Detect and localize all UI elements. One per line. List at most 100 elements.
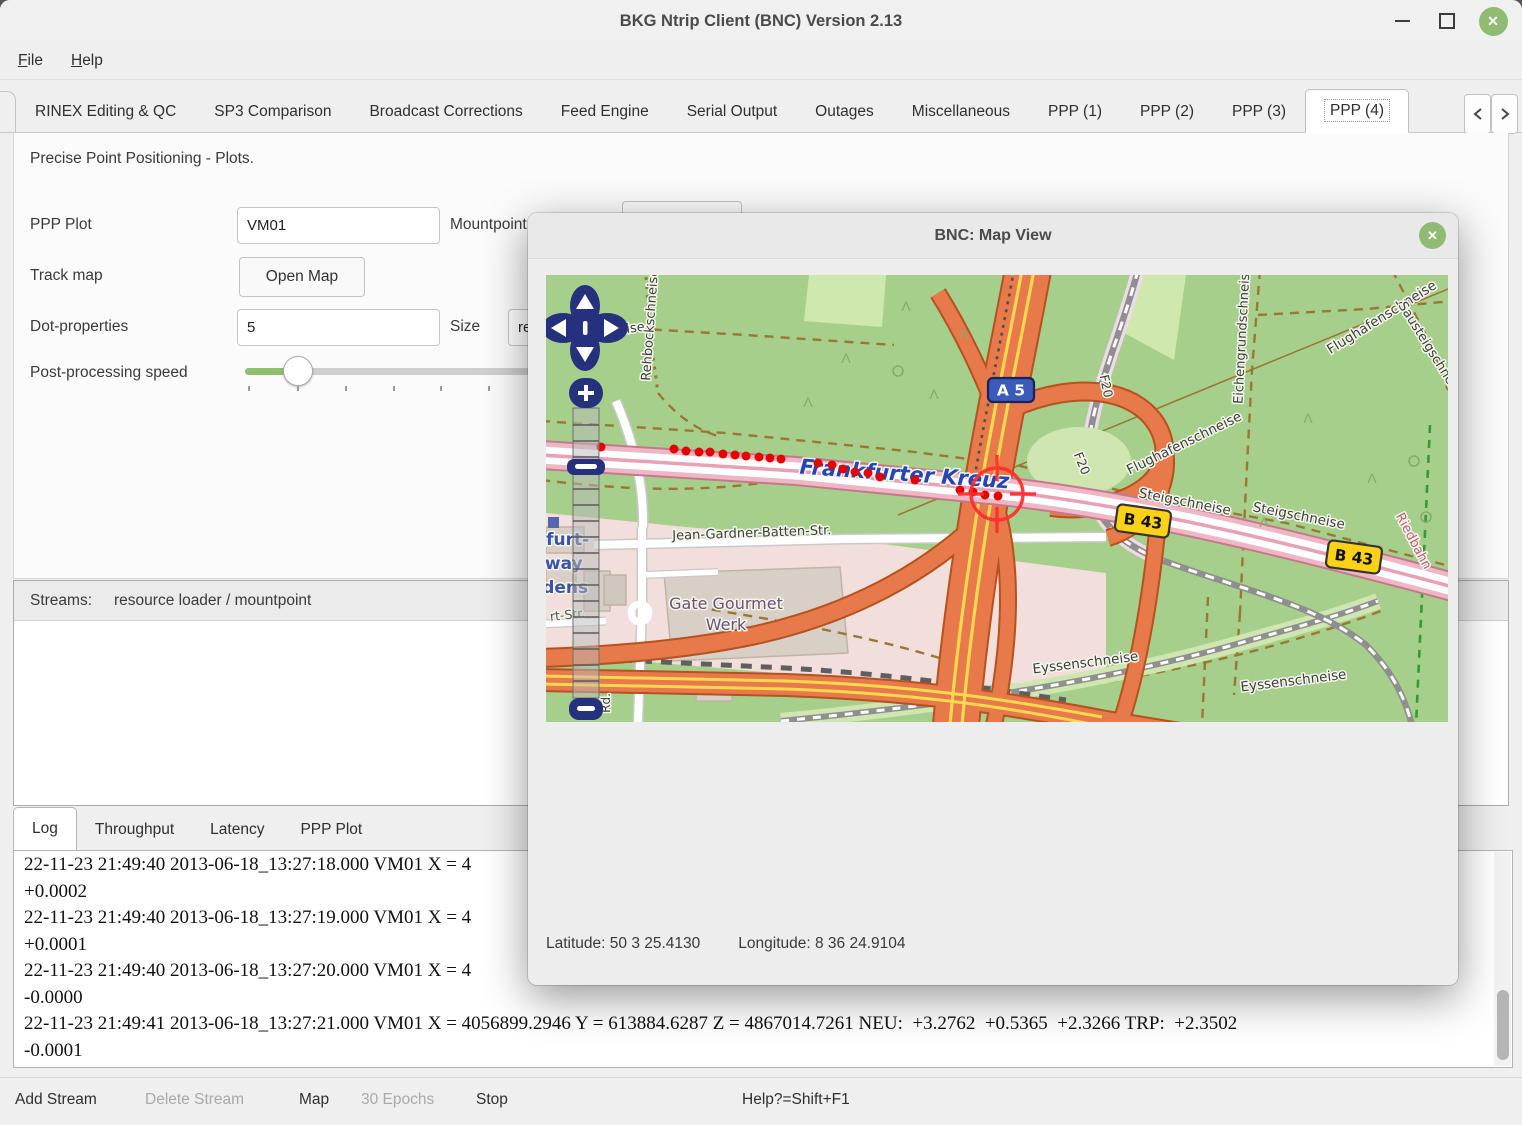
tab-list: RINEX Editing & QCSP3 ComparisonBroadcas… (16, 89, 1409, 132)
ppp-track-dot (839, 465, 848, 474)
toolbar-stop[interactable]: Stop (476, 1078, 508, 1122)
track-map-label: Track map (30, 267, 103, 285)
map-poi-square (548, 517, 559, 528)
tree-icon: Λ (841, 350, 851, 366)
minimize-button[interactable] (1385, 0, 1419, 42)
ppp-track-dot (755, 453, 764, 462)
tab-ppp-3-[interactable]: PPP (3) (1213, 91, 1305, 132)
log-tab-log[interactable]: Log (13, 807, 77, 851)
ppp-track-dot (814, 459, 823, 468)
ppp-track-dot (994, 492, 1003, 501)
tab-miscellaneous[interactable]: Miscellaneous (893, 91, 1029, 132)
tab-ppp-2-[interactable]: PPP (2) (1121, 91, 1213, 132)
ppp-track-dot (682, 447, 691, 456)
chevron-right-icon (1499, 107, 1511, 121)
tab-scroll-left-button[interactable] (1464, 94, 1491, 134)
dialog-title: BNC: Map View (528, 213, 1458, 258)
log-scrollbar[interactable] (1494, 852, 1511, 1066)
ppp-track-dot (742, 452, 751, 461)
maximize-button[interactable] (1430, 0, 1464, 42)
open-map-button[interactable]: Open Map (239, 257, 365, 297)
size-label: Size (450, 318, 480, 336)
coordinate-readout: Latitude: 50 3 25.4130 Longitude: 8 36 2… (546, 935, 906, 953)
map-zoom-control[interactable] (567, 378, 605, 720)
tree-icon: Λ (959, 326, 969, 342)
ppp-track-dot (876, 473, 885, 482)
scrollbar-thumb[interactable] (1497, 990, 1509, 1060)
map-view[interactable]: ΛΛΛΛΛΛΛΛneisechRehbockschneiseJean-Gardn… (546, 275, 1448, 722)
maximize-icon (1439, 13, 1455, 29)
ppp-track-dot (731, 451, 740, 460)
ppp-track-dot (695, 448, 704, 457)
ppp-track-dot (864, 469, 873, 478)
tab-scroll-right-button[interactable] (1491, 94, 1518, 134)
tab-bar: RINEX Editing & QCSP3 ComparisonBroadcas… (0, 90, 1522, 133)
toolbar-add-stream[interactable]: Add Stream (15, 1078, 97, 1122)
minimize-icon (1395, 20, 1410, 22)
toolbar-delete-stream: Delete Stream (145, 1078, 244, 1122)
log-tab-throughput[interactable]: Throughput (77, 809, 192, 850)
bottom-toolbar: Add Stream Delete Stream Map 30 Epochs Stop H… (0, 1077, 1522, 1125)
map-label: Werk (706, 615, 747, 634)
map-label: Gate Gourmet (669, 594, 783, 613)
toolbar-30-epochs: 30 Epochs (361, 1078, 434, 1122)
menu-item-file[interactable]: File (18, 52, 43, 70)
tree-icon: Λ (929, 386, 939, 402)
ppp-plot-label: PPP Plot (30, 216, 92, 234)
tree-icon: Λ (803, 394, 813, 410)
speed-label: Post-processing speed (30, 364, 188, 382)
ppp-track-dot (777, 455, 786, 464)
dialog-title-bar[interactable]: BNC: Map View ✕ (528, 213, 1458, 259)
mountpoint-label: Mountpoint (450, 216, 527, 234)
menu-item-help[interactable]: Help (71, 52, 103, 70)
tab-ppp-1-[interactable]: PPP (1) (1029, 91, 1121, 132)
close-icon: ✕ (1427, 228, 1438, 244)
tab-feed-engine[interactable]: Feed Engine (542, 91, 668, 132)
streams-title: Streams: (30, 592, 92, 610)
minus-icon (577, 706, 595, 711)
tree-icon: Λ (901, 298, 911, 314)
log-tab-ppp-plot[interactable]: PPP Plot (282, 809, 380, 850)
dot-properties-input[interactable] (237, 309, 440, 346)
ppp-track-dot (851, 468, 860, 477)
toolbar-help-shift-f1[interactable]: Help?=Shift+F1 (742, 1078, 850, 1122)
ppp-track-dot (828, 461, 837, 470)
slider-handle[interactable] (283, 356, 313, 386)
latitude-value: Latitude: 50 3 25.4130 (546, 935, 700, 953)
menu-bar: File Help (0, 42, 1522, 80)
tab-broadcast-corrections[interactable]: Broadcast Corrections (350, 91, 541, 132)
ppp-plot-input[interactable] (237, 207, 440, 244)
tab-rinex-editing-qc[interactable]: RINEX Editing & QC (16, 91, 195, 132)
tab-serial-output[interactable]: Serial Output (668, 91, 796, 132)
tab-ppp-4-[interactable]: PPP (4) (1305, 89, 1409, 133)
dot-properties-label: Dot-properties (30, 318, 128, 336)
openstreetmap-canvas[interactable]: ΛΛΛΛΛΛΛΛneisechRehbockschneiseJean-Gardn… (546, 275, 1448, 722)
close-button[interactable]: ✕ (1476, 0, 1510, 42)
ppp-track-dot (766, 454, 775, 463)
close-icon: ✕ (1479, 7, 1508, 36)
chevron-left-icon (1472, 107, 1484, 121)
title-bar: BKG Ntrip Client (BNC) Version 2.13 ✕ (0, 0, 1522, 42)
svg-text:A 5: A 5 (997, 382, 1025, 400)
toolbar-map[interactable]: Map (299, 1078, 329, 1122)
tab-sp3-comparison[interactable]: SP3 Comparison (195, 91, 350, 132)
map-view-dialog: BNC: Map View ✕ (528, 213, 1458, 985)
tree-icon: Λ (1367, 470, 1377, 486)
dialog-close-button[interactable]: ✕ (1419, 222, 1446, 249)
log-line: 22-11-23 21:49:41 2013-06-18_13:27:21.00… (24, 1011, 1490, 1038)
log-line: -0.0001 (24, 1038, 1490, 1065)
log-tab-latency[interactable]: Latency (192, 809, 282, 850)
log-line: -0.0000 (24, 985, 1490, 1012)
road-shield-a5: A 5 (988, 378, 1034, 402)
tree-icon: Λ (1303, 410, 1313, 426)
window-title: BKG Ntrip Client (BNC) Version 2.13 (0, 0, 1522, 42)
ppp-track-dot (670, 445, 679, 454)
ppp-track-dot (911, 476, 920, 485)
ppp-track-dot (706, 448, 715, 457)
tab-partial-sliver[interactable] (0, 91, 16, 132)
tab-outages[interactable]: Outages (796, 91, 893, 132)
bnc-window: BKG Ntrip Client (BNC) Version 2.13 ✕ Fi… (0, 0, 1522, 1125)
ppp-track-dot (719, 450, 728, 459)
streams-subtitle: resource loader / mountpoint (114, 592, 311, 610)
longitude-value: Longitude: 8 36 24.9104 (738, 935, 905, 953)
